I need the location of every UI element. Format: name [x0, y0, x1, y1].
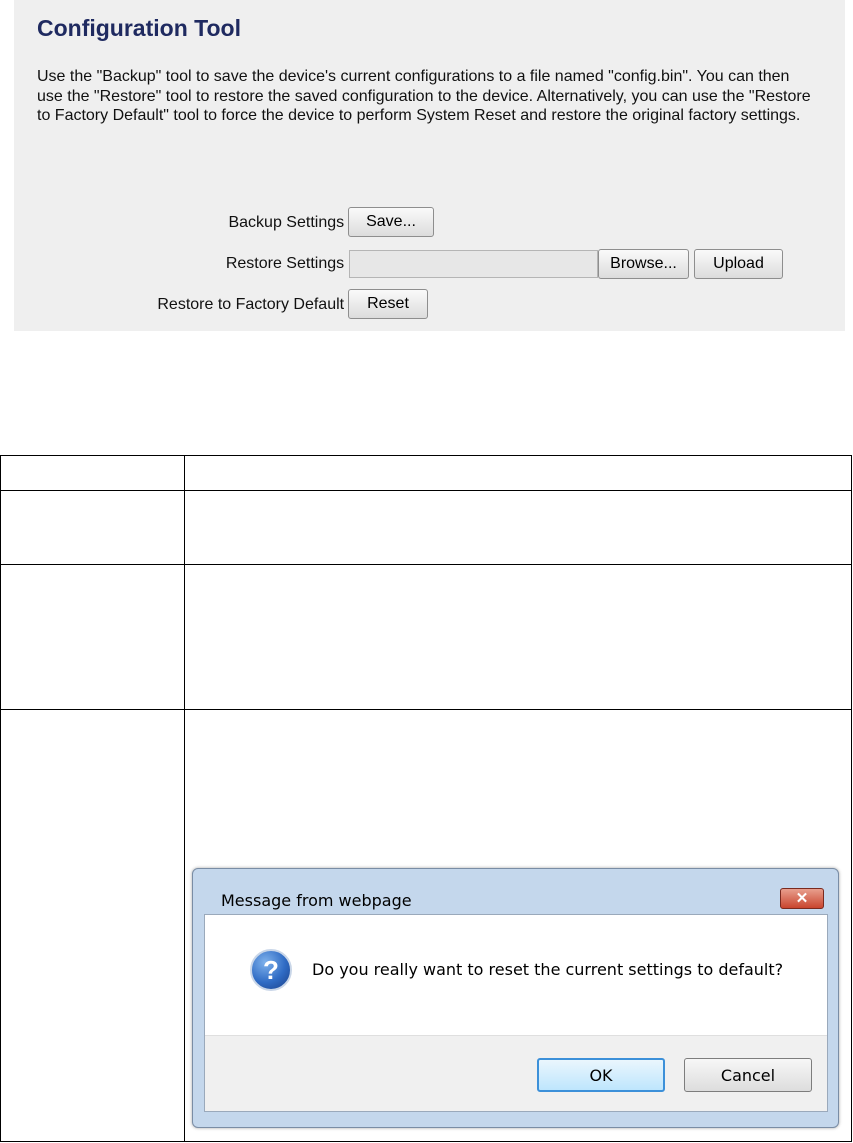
description-text: Use the "Backup" tool to save the device…: [37, 68, 811, 124]
table-row-divider: [0, 709, 852, 710]
browse-button[interactable]: Browse...: [598, 249, 689, 279]
ok-button[interactable]: OK: [537, 1058, 665, 1092]
dialog-message: Do you really want to reset the current …: [312, 960, 784, 979]
save-button[interactable]: Save...: [348, 207, 434, 237]
configuration-tool-panel: Configuration Tool Use the "Backup" tool…: [14, 0, 845, 331]
backup-settings-label: Backup Settings :: [228, 214, 353, 231]
close-icon[interactable]: ✕: [780, 888, 824, 909]
restore-file-field[interactable]: [349, 250, 598, 278]
dialog-body: ? Do you really want to reset the curren…: [204, 914, 828, 1112]
dialog-footer: OK Cancel: [205, 1035, 827, 1111]
dialog-title: Message from webpage: [221, 891, 412, 910]
table-border-right: [851, 455, 852, 1142]
table-column-divider: [184, 455, 185, 1142]
upload-button[interactable]: Upload: [694, 249, 783, 279]
reset-button[interactable]: Reset: [348, 289, 428, 319]
table-row-divider: [0, 564, 852, 565]
cancel-button[interactable]: Cancel: [684, 1058, 812, 1092]
table-border-top: [0, 455, 852, 456]
restore-factory-default-label: Restore to Factory Default :: [157, 296, 353, 313]
table-border-left: [0, 455, 1, 1142]
confirm-dialog: Message from webpage ✕ ? Do you really w…: [192, 868, 839, 1128]
table-row-divider: [0, 490, 852, 491]
page-title: Configuration Tool: [37, 15, 241, 41]
question-icon: ?: [250, 949, 292, 991]
table-border-bottom: [0, 1141, 852, 1142]
restore-settings-label: Restore Settings :: [225, 255, 353, 272]
